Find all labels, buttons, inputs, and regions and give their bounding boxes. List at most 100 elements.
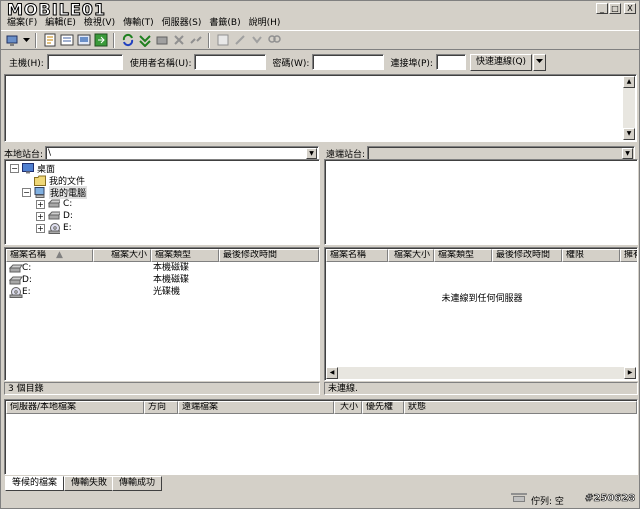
quickconnect-history-button[interactable] (533, 53, 547, 71)
column-size[interactable]: 大小 (334, 401, 362, 414)
column-filename[interactable]: 檔案名稱 ▲ (6, 249, 93, 262)
menu-edit[interactable]: 編輯(E) (41, 17, 80, 29)
queue-status: 佇列: 空 (531, 497, 564, 507)
close-button[interactable]: X (624, 3, 636, 14)
local-file-list[interactable]: 檔案名稱 ▲ 檔案大小 檔案類型 最後修改時間 C: 本機磁碟 D: 本機磁碟 E… (4, 247, 320, 381)
column-owner[interactable]: 擁有 (620, 249, 637, 262)
column-filename[interactable]: 檔案名稱 (326, 249, 388, 262)
password-input[interactable] (312, 54, 385, 70)
stop-icon[interactable] (154, 33, 169, 48)
remote-hscrollbar[interactable]: ◀ ▶ (326, 367, 636, 379)
toggle-queue-icon[interactable] (93, 33, 108, 48)
remote-file-list[interactable]: 檔案名稱 檔案大小 檔案類型 最後修改時間 權限 擁有 未連線到任何伺服器 ◀ … (324, 247, 638, 381)
table-row[interactable]: C: 本機磁碟 (6, 262, 318, 274)
dropdown-arrow-icon[interactable] (22, 33, 30, 48)
column-permissions[interactable]: 權限 (562, 249, 620, 262)
column-priority[interactable]: 優先權 (362, 401, 404, 414)
column-modified[interactable]: 最後修改時間 (219, 249, 319, 262)
toolbar-separator (113, 32, 115, 48)
toolbar (1, 30, 639, 50)
watermark: #250628 (585, 493, 636, 505)
tab-failed-transfers[interactable]: 傳輸失敗 (64, 476, 115, 491)
drive-icon (9, 276, 23, 285)
tab-successful-transfers[interactable]: 傳輸成功 (112, 476, 163, 491)
log-scrollbar[interactable]: ▲ ▼ (623, 76, 635, 140)
column-filetype[interactable]: 檔案類型 (151, 249, 219, 262)
username-label: 使用者名稱(U): (129, 58, 192, 69)
tree-item-desktop[interactable]: − 桌面 (10, 162, 55, 175)
expand-icon[interactable]: + (36, 223, 45, 233)
chevron-down-icon[interactable]: ▼ (622, 148, 634, 159)
sync-browse-icon[interactable] (249, 33, 264, 48)
host-input[interactable] (46, 54, 123, 70)
dir-compare-icon[interactable] (232, 33, 247, 48)
tree-item-my-documents[interactable]: 我的文件 (34, 174, 85, 187)
column-local-file[interactable]: 伺服器/本地檔案 (6, 401, 144, 414)
scroll-down-icon[interactable]: ▼ (623, 128, 635, 140)
file-type: 光碟機 (153, 287, 181, 297)
computer-icon (34, 186, 45, 198)
quickconnect-button[interactable]: 快速連線(Q) (469, 53, 533, 71)
toggle-log-icon[interactable] (42, 33, 57, 48)
tree-item-label: D: (63, 211, 73, 221)
password-label: 密碼(W): (272, 58, 310, 69)
menu-file[interactable]: 檔案(F) (3, 17, 41, 29)
transfer-indicator-icon (513, 496, 525, 502)
remote-tree[interactable] (324, 159, 638, 245)
tab-queued-files[interactable]: 等候的檔案 (5, 476, 65, 491)
expand-icon[interactable]: + (36, 211, 45, 221)
filter-icon[interactable] (215, 33, 230, 48)
search-files-icon[interactable] (266, 33, 281, 48)
table-row[interactable]: D: 本機磁碟 (6, 274, 318, 286)
scroll-right-icon[interactable]: ▶ (624, 367, 636, 379)
column-filesize[interactable]: 檔案大小 (388, 249, 434, 262)
process-queue-icon[interactable] (137, 33, 152, 48)
desktop-icon (22, 162, 34, 173)
not-connected-message: 未連線到任何伺服器 (441, 294, 523, 304)
collapse-icon[interactable]: − (10, 163, 19, 173)
site-manager-icon[interactable] (5, 33, 20, 48)
menu-view[interactable]: 檢視(V) (80, 17, 119, 29)
local-tree[interactable]: − 桌面 我的文件 − 我的電腦 + C: + D: + E: (4, 159, 320, 245)
cdrom-icon (9, 287, 23, 298)
column-filesize[interactable]: 檔案大小 (93, 249, 151, 262)
port-input[interactable] (435, 54, 466, 70)
menu-bookmarks[interactable]: 書籤(B) (205, 17, 244, 29)
tree-item-drive-e[interactable]: + E: (36, 222, 72, 234)
column-modified[interactable]: 最後修改時間 (492, 249, 562, 262)
local-status: 3 個目錄 (4, 382, 320, 395)
maximize-button[interactable]: □ (609, 3, 621, 14)
message-log[interactable]: ▲ ▼ (4, 74, 637, 142)
menu-help[interactable]: 說明(H) (245, 17, 285, 29)
username-input[interactable] (194, 54, 267, 70)
bottom-status-bar: 佇列: 空 #250628 (1, 492, 639, 508)
menu-transfer[interactable]: 傳輸(T) (119, 17, 158, 29)
tree-item-label: E: (63, 223, 72, 233)
title-bar: MOBILE01 _ □ X (1, 1, 639, 19)
column-filetype[interactable]: 檔案類型 (434, 249, 492, 262)
collapse-icon[interactable]: − (22, 187, 31, 197)
column-status[interactable]: 狀態 (404, 401, 637, 414)
menu-bar: 檔案(F) 編輯(E) 檢視(V) 傳輸(T) 伺服器(S) 書籤(B) 說明(… (1, 16, 639, 30)
scroll-up-icon[interactable]: ▲ (623, 76, 635, 88)
table-row[interactable]: E: 光碟機 (6, 286, 318, 298)
minimize-button[interactable]: _ (596, 3, 608, 14)
chevron-down-icon[interactable]: ▼ (306, 148, 318, 159)
refresh-icon[interactable] (120, 33, 135, 48)
tree-item-drive-c[interactable]: + C: (36, 198, 72, 210)
column-direction[interactable]: 方向 (144, 401, 178, 414)
transfer-indicator-icon (511, 493, 527, 495)
toggle-tree-icon[interactable] (59, 33, 74, 48)
transfer-queue[interactable]: 伺服器/本地檔案 方向 遠端檔案 大小 優先權 狀態 (4, 399, 638, 475)
column-remote-file[interactable]: 遠端檔案 (178, 401, 334, 414)
toggle-remote-tree-icon[interactable] (76, 33, 91, 48)
menu-server[interactable]: 伺服器(S) (158, 17, 206, 29)
disconnect-icon[interactable] (188, 33, 203, 48)
scroll-left-icon[interactable]: ◀ (326, 367, 338, 379)
tree-item-drive-d[interactable]: + D: (36, 210, 73, 222)
expand-icon[interactable]: + (36, 199, 45, 209)
tree-item-my-computer[interactable]: − 我的電腦 (22, 185, 88, 199)
file-name: C: (22, 263, 32, 273)
tree-item-label: C: (63, 199, 73, 209)
cancel-icon[interactable] (171, 33, 186, 48)
